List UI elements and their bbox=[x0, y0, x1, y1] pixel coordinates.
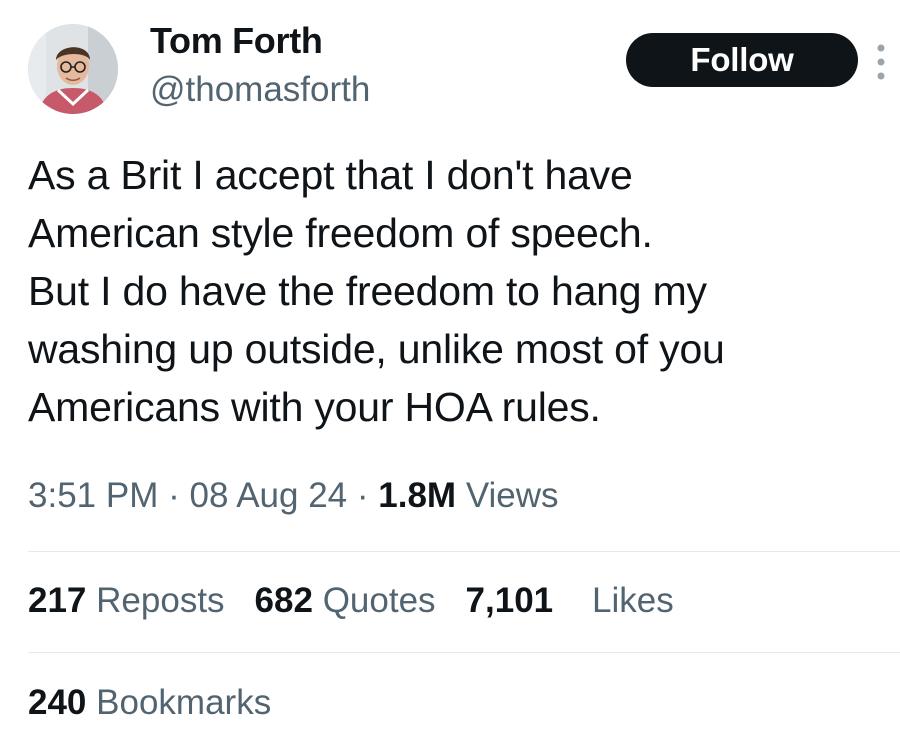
bookmarks-count: 240 bbox=[28, 683, 87, 722]
tweet-meta: 3:51 PM · 08 Aug 24 · 1.8M Views bbox=[28, 476, 559, 516]
author-display-name[interactable]: Tom Forth bbox=[150, 20, 323, 62]
likes-stat[interactable]: 7,101 Likes bbox=[466, 581, 674, 620]
bookmarks-label: Bookmarks bbox=[96, 683, 272, 722]
divider bbox=[28, 551, 900, 552]
tweet-text-line: But I do have the freedom to hang my bbox=[28, 268, 707, 314]
tweet-text-line: Americans with your HOA rules. bbox=[28, 384, 601, 430]
reposts-count: 217 bbox=[28, 581, 87, 620]
more-options-icon[interactable] bbox=[873, 40, 889, 84]
quotes-stat[interactable]: 682 Quotes bbox=[255, 581, 436, 620]
divider bbox=[28, 652, 900, 653]
views-count: 1.8M bbox=[378, 476, 457, 515]
tweet-text: As a Brit I accept that I don't have Ame… bbox=[28, 146, 888, 436]
author-handle[interactable]: @thomasforth bbox=[150, 70, 370, 110]
tweet-text-line: As a Brit I accept that I don't have bbox=[28, 152, 633, 198]
profile-photo-icon bbox=[28, 24, 118, 114]
reposts-label: Reposts bbox=[96, 581, 225, 620]
quotes-count: 682 bbox=[254, 581, 313, 620]
meta-separator: · bbox=[356, 476, 369, 515]
likes-count: 7,101 bbox=[465, 581, 554, 620]
engagement-stats: 217 Reposts 682 Quotes 7,101 Likes bbox=[28, 581, 674, 621]
tweet-date[interactable]: 08 Aug 24 bbox=[189, 476, 347, 515]
likes-label: Likes bbox=[592, 581, 674, 620]
tweet-text-line: American style freedom of speech. bbox=[28, 210, 653, 256]
reposts-stat[interactable]: 217 Reposts bbox=[28, 581, 225, 620]
bookmarks-stat[interactable]: 240 Bookmarks bbox=[28, 683, 271, 723]
follow-button[interactable]: Follow bbox=[626, 33, 858, 87]
meta-separator: · bbox=[168, 476, 180, 515]
tweet-text-line: washing up outside, unlike most of you bbox=[28, 326, 725, 372]
views-label: Views bbox=[465, 476, 559, 515]
tweet-time[interactable]: 3:51 PM bbox=[28, 476, 158, 515]
avatar[interactable] bbox=[28, 24, 118, 114]
quotes-label: Quotes bbox=[322, 581, 436, 620]
